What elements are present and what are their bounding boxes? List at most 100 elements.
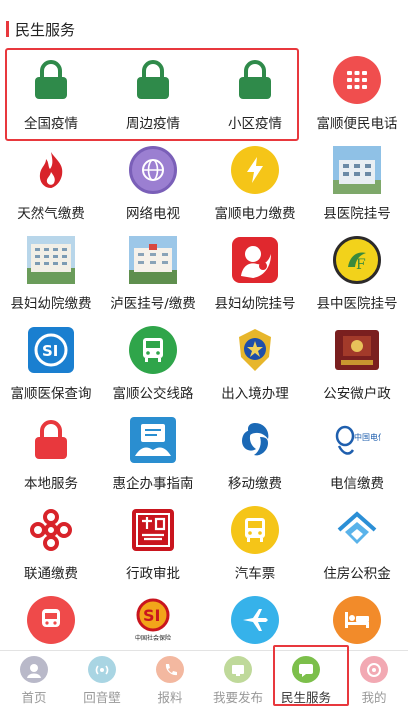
- tab-publish[interactable]: 我要发布: [204, 651, 272, 706]
- administrative-seal-icon: [129, 506, 177, 554]
- service-local[interactable]: 本地服务: [0, 404, 102, 494]
- tcm-hospital-logo: F: [333, 236, 381, 284]
- top-strip: [0, 0, 408, 14]
- service-national-epidemic[interactable]: 全国疫情: [0, 44, 102, 134]
- service-gas-payment[interactable]: 天然气缴费: [0, 134, 102, 224]
- tab-report[interactable]: 报料: [136, 651, 204, 706]
- service-label: 富顺公交线路: [112, 386, 194, 402]
- service-label: 移动缴费: [228, 476, 282, 492]
- service-nearby-epidemic[interactable]: 周边疫情: [102, 44, 204, 134]
- service-enterprise-guide[interactable]: 惠企办事指南: [102, 404, 204, 494]
- tab-echo-wall[interactable]: 回音壁: [68, 651, 136, 706]
- social-logo-text: 中国社会保险: [135, 634, 171, 642]
- report-phone-icon: [156, 656, 184, 683]
- section-accent-bar: [6, 21, 9, 37]
- tab-label: 民生服务: [280, 690, 331, 705]
- service-label: 富顺电力缴费: [214, 206, 296, 222]
- hospital-photo: [27, 236, 75, 284]
- service-label: 电信缴费: [330, 476, 384, 492]
- service-label: 县妇幼院缴费: [10, 296, 92, 312]
- airplane-icon: [231, 596, 279, 644]
- tab-label: 首页: [21, 690, 47, 705]
- home-avatar-icon: [20, 656, 48, 683]
- service-convenience-phone[interactable]: 富顺便民电话: [306, 44, 408, 134]
- tab-label: 报料: [157, 690, 183, 705]
- service-label: 泸医挂号/缴费: [110, 296, 196, 312]
- enterprise-guide-icon: [129, 416, 177, 464]
- green-lock-icon: [129, 56, 177, 104]
- social-insurance-icon: SI: [27, 326, 75, 374]
- maternal-child-logo: [231, 236, 279, 284]
- service-network-tv[interactable]: 网络电视: [102, 134, 204, 224]
- tab-label: 我的: [361, 690, 387, 705]
- service-mobile-payment[interactable]: 移动缴费: [204, 404, 306, 494]
- service-tcm-register[interactable]: F 县中医院挂号: [306, 224, 408, 314]
- service-label: 县妇幼院挂号: [214, 296, 296, 312]
- green-lock-icon: [27, 56, 75, 104]
- service-label: 县医院挂号: [323, 206, 391, 222]
- service-label: 联通缴费: [24, 566, 78, 582]
- hospital-photo: [129, 236, 177, 284]
- coach-bus-icon: [231, 506, 279, 554]
- red-lock-icon: [27, 416, 75, 464]
- china-mobile-icon: [231, 416, 279, 464]
- bus-icon: [129, 326, 177, 374]
- tab-label: 回音壁: [83, 690, 121, 705]
- tab-label: 我要发布: [212, 690, 263, 705]
- bottom-tab-bar: 首页 回音壁 报料 我要发布 民生服务 我的: [0, 650, 408, 706]
- service-chat-icon: [292, 656, 320, 683]
- police-badge-icon: [231, 326, 279, 374]
- tab-livelihood-service[interactable]: 民生服务: [272, 651, 340, 706]
- service-county-hospital-register[interactable]: 县医院挂号: [306, 134, 408, 224]
- profile-icon: [360, 656, 388, 683]
- network-tv-icon: [129, 146, 177, 194]
- service-exit-entry[interactable]: 出入境办理: [204, 314, 306, 404]
- svg-text:SI: SI: [42, 342, 58, 360]
- phone-keypad-icon: [333, 56, 381, 104]
- service-bus-ticket[interactable]: 汽车票: [204, 494, 306, 584]
- household-register-icon: [333, 326, 381, 374]
- service-housing-fund[interactable]: 住房公积金: [306, 494, 408, 584]
- service-unicom-payment[interactable]: 联通缴费: [0, 494, 102, 584]
- service-label: 本地服务: [24, 476, 78, 492]
- green-lock-icon: [231, 56, 279, 104]
- publish-icon: [224, 656, 252, 683]
- service-grid: 全国疫情 周边疫情 小区疫情 富顺便民电话 天然气缴费 网络电视 富顺电力缴费 …: [0, 44, 408, 674]
- service-bus-routes[interactable]: 富顺公交线路: [102, 314, 204, 404]
- hospital-building-photo: [333, 146, 381, 194]
- gas-flame-icon: [27, 146, 75, 194]
- china-telecom-icon: 中国电信: [333, 416, 381, 464]
- service-label: 惠企办事指南: [112, 476, 194, 492]
- telecom-logo-text: 中国电信: [354, 432, 381, 442]
- service-police-household[interactable]: 公安微户政: [306, 314, 408, 404]
- lightning-icon: [231, 146, 279, 194]
- service-label: 行政审批: [126, 566, 180, 582]
- metro-icon: [27, 596, 75, 644]
- service-label: 小区疫情: [228, 116, 282, 132]
- svg-text:F: F: [356, 257, 366, 273]
- service-label: 天然气缴费: [17, 206, 85, 222]
- service-label: 住房公积金: [323, 566, 391, 582]
- service-administrative-approval[interactable]: 行政审批: [102, 494, 204, 584]
- service-label: 出入境办理: [221, 386, 289, 402]
- service-community-epidemic[interactable]: 小区疫情: [204, 44, 306, 134]
- social-security-logo: SI 中国社会保险: [129, 596, 177, 644]
- service-label: 全国疫情: [24, 116, 78, 132]
- section-title: 民生服务: [15, 20, 76, 39]
- service-maternal-register[interactable]: 县妇幼院挂号: [204, 224, 306, 314]
- service-label: 汽车票: [234, 566, 276, 582]
- tab-home[interactable]: 首页: [0, 651, 68, 706]
- service-label: 富顺医保查询: [10, 386, 92, 402]
- tab-profile[interactable]: 我的: [340, 651, 408, 706]
- echo-wall-icon: [88, 656, 116, 683]
- housing-fund-icon: [333, 506, 381, 554]
- service-luyi-register[interactable]: 泸医挂号/缴费: [102, 224, 204, 314]
- svg-text:SI: SI: [143, 606, 160, 625]
- service-medical-insurance-query[interactable]: SI 富顺医保查询: [0, 314, 102, 404]
- service-telecom-payment[interactable]: 中国电信 电信缴费: [306, 404, 408, 494]
- service-label: 富顺便民电话: [316, 116, 398, 132]
- service-maternal-payment[interactable]: 县妇幼院缴费: [0, 224, 102, 314]
- service-electricity-payment[interactable]: 富顺电力缴费: [204, 134, 306, 224]
- service-label: 公安微户政: [323, 386, 391, 402]
- service-label: 县中医院挂号: [316, 296, 398, 312]
